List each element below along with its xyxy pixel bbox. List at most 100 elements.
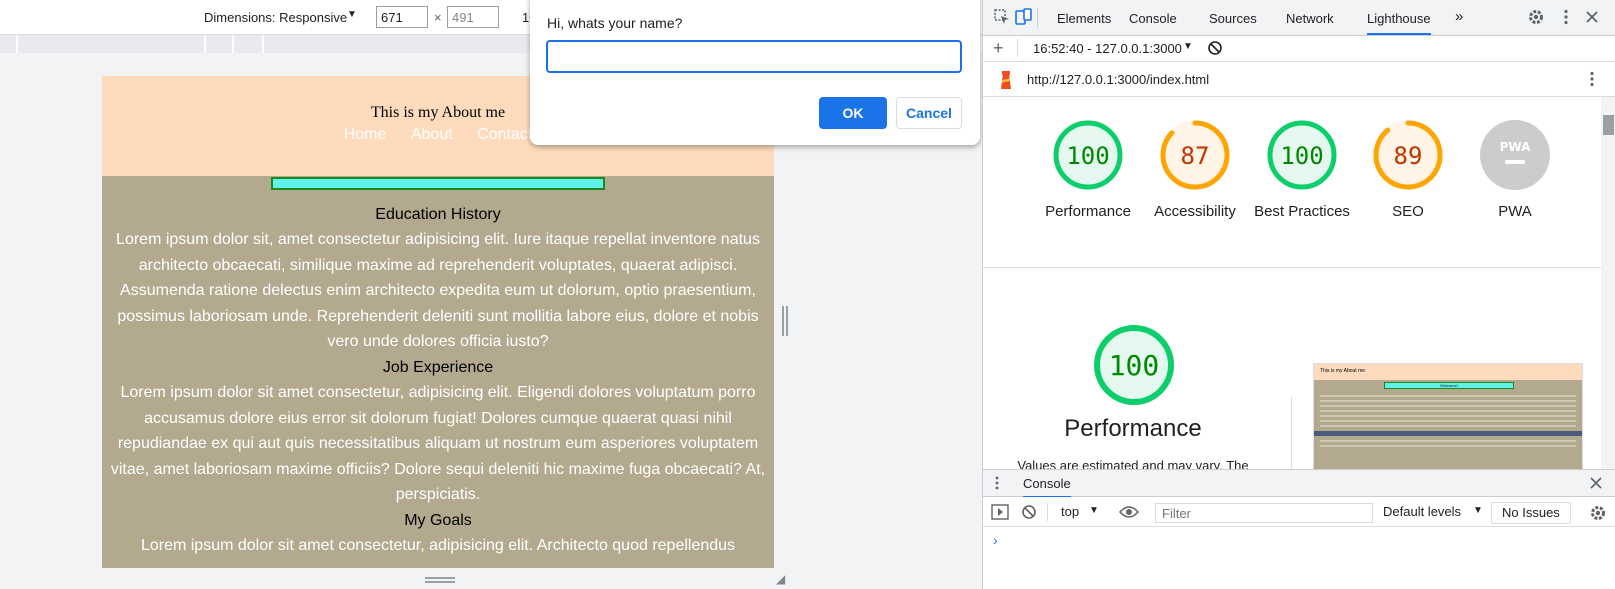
context-select[interactable]: top <box>1061 504 1079 519</box>
thumbnail-line <box>1320 440 1576 442</box>
log-levels-select[interactable]: Default levels <box>1383 504 1461 519</box>
welcome-banner <box>271 177 605 190</box>
ruler-segment[interactable] <box>18 35 206 53</box>
more-tabs-icon[interactable]: » <box>1455 8 1463 25</box>
lighthouse-report: 100 Performance 87 Accessibility 100 Best Pra… <box>983 97 1601 469</box>
section-body-job: Lorem ipsum dolor sit amet consectetur, … <box>110 383 766 504</box>
width-input[interactable] <box>376 6 428 28</box>
thumbnail-line <box>1320 415 1576 417</box>
tab-elements[interactable]: Elements <box>1057 11 1111 26</box>
console-filter-input[interactable] <box>1155 503 1373 523</box>
height-input[interactable] <box>447 6 499 28</box>
devtools-panel: Elements Console Sources Network Lightho… <box>982 0 1615 589</box>
nav-link-contact[interactable]: Contact <box>477 126 532 143</box>
toolbar-separator <box>1047 503 1048 521</box>
device-toolbar-toggle-icon[interactable] <box>1015 8 1033 30</box>
gauge-value: 100 <box>1280 142 1323 170</box>
console-settings-gear-icon[interactable] <box>1589 504 1607 525</box>
inspect-element-icon[interactable] <box>993 8 1011 30</box>
pwa-dash-icon <box>1505 160 1525 164</box>
ruler-segment[interactable] <box>206 35 234 53</box>
close-drawer-icon[interactable] <box>1589 476 1603 493</box>
nav-link-home[interactable]: Home <box>344 126 387 143</box>
report-divider <box>983 267 1601 268</box>
dimensions-caret-icon[interactable]: ▼ <box>347 9 357 20</box>
clear-reports-icon[interactable] <box>1207 40 1223 59</box>
width-resize-handle[interactable] <box>782 306 788 336</box>
thumbnail-band <box>1314 431 1582 436</box>
dialog-name-input[interactable] <box>546 40 962 73</box>
report-select[interactable]: 16:52:40 - 127.0.0.1:3000 <box>1033 41 1182 56</box>
context-caret-icon[interactable]: ▼ <box>1089 505 1099 516</box>
tab-console[interactable]: Console <box>1129 11 1177 26</box>
performance-big-gauge: 100 <box>1091 322 1177 411</box>
thumbnail-line <box>1320 420 1576 422</box>
tab-network[interactable]: Network <box>1286 11 1334 26</box>
gauge-label: SEO <box>1392 203 1424 220</box>
final-screenshot-thumbnail[interactable]: This is my About me Welcome! <box>1313 363 1583 469</box>
gauge-accessibility[interactable]: 87 Accessibility <box>1145 119 1245 223</box>
dialog-cancel-button[interactable]: Cancel <box>896 97 962 129</box>
tab-lighthouse[interactable]: Lighthouse <box>1367 11 1431 35</box>
dimensions-select[interactable]: Dimensions: Responsive <box>204 10 347 25</box>
drawer-menu-icon[interactable] <box>993 475 1001 494</box>
site-content: Education History Lorem ipsum dolor sit,… <box>102 176 774 559</box>
gauge-value: 89 <box>1394 142 1423 170</box>
thumbnail-banner: Welcome! <box>1384 382 1514 389</box>
issues-counter[interactable]: No Issues <box>1491 502 1571 524</box>
toolbar-separator <box>1017 39 1018 57</box>
lighthouse-logo-icon <box>997 70 1015 93</box>
gauge-seo[interactable]: 89 SEO <box>1358 119 1458 223</box>
toolbar-separator <box>1037 8 1038 28</box>
ruler-segment[interactable] <box>0 35 18 53</box>
clear-console-icon[interactable] <box>1021 504 1037 523</box>
report-column-divider <box>1291 397 1292 469</box>
log-levels-caret-icon[interactable]: ▼ <box>1473 505 1483 516</box>
section-heading-education: Education History <box>375 206 501 223</box>
new-report-icon[interactable]: + <box>993 38 1004 59</box>
device-emulation-pane: Dimensions: Responsive ▼ × 10 This is my… <box>0 0 982 589</box>
report-menu-icon[interactable] <box>1585 70 1599 91</box>
gauge-label: PWA <box>1498 203 1532 220</box>
corner-resize-grip-icon[interactable]: ◢ <box>776 572 785 586</box>
console-toolbar: top ▼ Default levels ▼ No Issues <box>983 497 1615 527</box>
live-expression-eye-icon[interactable] <box>1118 505 1140 522</box>
times-symbol: × <box>434 10 442 25</box>
gauge-value: 100 <box>1066 142 1109 170</box>
gauge-value: 87 <box>1181 142 1210 170</box>
settings-gear-icon[interactable] <box>1527 8 1545 30</box>
height-resize-handle[interactable] <box>425 577 455 583</box>
section-heading-goals: My Goals <box>404 511 472 529</box>
report-scrollbar[interactable] <box>1601 97 1615 469</box>
report-select-caret-icon[interactable]: ▼ <box>1183 41 1193 52</box>
console-drawer-header: Console <box>983 469 1615 498</box>
tab-sources[interactable]: Sources <box>1209 11 1257 26</box>
nav-link-about[interactable]: About <box>411 126 453 143</box>
gauge-performance[interactable]: 100 Performance <box>1038 119 1138 223</box>
thumbnail-header: This is my About me <box>1314 364 1582 380</box>
gauge-value: PWA <box>1500 140 1531 154</box>
gauge-best-practices[interactable]: 100 Best Practices <box>1252 119 1352 223</box>
performance-section-title: Performance <box>1064 415 1202 442</box>
console-prompt-icon[interactable]: › <box>993 532 998 548</box>
gauge-label: Performance <box>1045 203 1131 220</box>
performance-big-value: 100 <box>1109 349 1160 382</box>
show-sidebar-icon[interactable] <box>991 504 1009 523</box>
report-scrollbar-thumb[interactable] <box>1603 115 1614 135</box>
ruler-segment[interactable] <box>234 35 264 53</box>
prompt-dialog: Hi, whats your name? OK Cancel <box>530 0 980 145</box>
thumbnail-line <box>1320 395 1576 397</box>
dialog-ok-button[interactable]: OK <box>819 97 887 129</box>
drawer-tab-console[interactable]: Console <box>1023 476 1071 498</box>
lighthouse-toolbar: + 16:52:40 - 127.0.0.1:3000 ▼ <box>983 36 1615 62</box>
close-devtools-icon[interactable] <box>1583 8 1601 30</box>
gauge-pwa[interactable]: PWA PWA <box>1465 119 1565 223</box>
performance-note: Values are estimated and may vary. The <box>1017 458 1249 469</box>
emulated-viewport: This is my About me Home About Contact E… <box>102 76 774 568</box>
section-heading-job: Job Experience <box>382 358 494 376</box>
thumbnail-line <box>1320 400 1576 402</box>
gauge-label: Best Practices <box>1254 203 1350 220</box>
lighthouse-url-bar: http://127.0.0.1:3000/index.html <box>983 62 1615 97</box>
customize-menu-icon[interactable] <box>1557 8 1575 30</box>
thumbnail-line <box>1320 445 1576 447</box>
